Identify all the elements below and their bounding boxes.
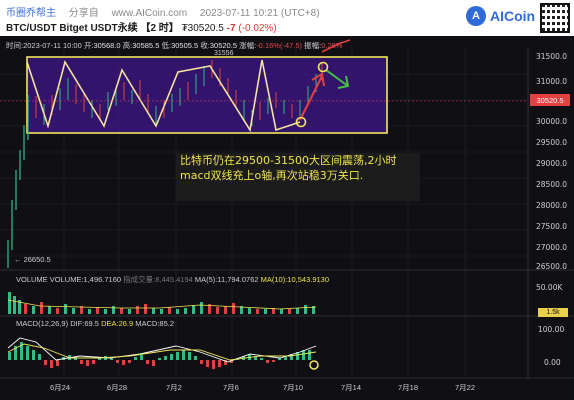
price-axis-label: 29000.0: [536, 159, 568, 168]
date-label: 6月24: [50, 383, 71, 392]
ohlc-amp: 0.26%: [321, 41, 343, 50]
macd-axis-top: 100.00: [538, 325, 565, 334]
macd-histogram: [8, 342, 311, 369]
price-axis-label: 28500.0: [536, 180, 568, 189]
dif-line: [7, 337, 317, 363]
price-axis-label: 27500.0: [536, 222, 568, 231]
date-label: 7月2: [166, 383, 182, 392]
macd-legend: MACD(12,26,9) DIF:69.5 DEA:26.9 MACD:85.…: [16, 319, 174, 328]
range-box: [26, 56, 388, 134]
macd-dea: DEA:26.9: [101, 319, 134, 328]
annotation-box: 比特币仍在29500-31500大区间震荡,2小时 macd双线充上o轴,再次站…: [176, 153, 420, 201]
macd-value: MACD:85.2: [135, 319, 175, 328]
date-label: 7月18: [398, 383, 419, 392]
ohlc-open: 30568.0: [93, 41, 121, 50]
date-label: 6月28: [107, 383, 128, 392]
price-axis-label: 28000.0: [536, 201, 568, 210]
current-price-tag: 30520.5: [530, 94, 570, 106]
ohlc-low: 30505.5: [171, 41, 199, 50]
price-axis-label: 31000.0: [536, 77, 568, 86]
ohlc-amp-label: 振幅:: [304, 41, 322, 50]
price-axis-label: 26500.0: [536, 262, 568, 271]
ohlc-close-label: 收:: [200, 41, 210, 50]
macd-dif: DIF:69.5: [70, 319, 99, 328]
dea-line: [7, 343, 317, 361]
volume-ma10: MA(10):10,543.9130: [260, 275, 330, 284]
macd-axis-mid: 0.00: [544, 358, 561, 367]
ohlc-high-label: 高:: [122, 41, 133, 50]
macd-label[interactable]: MACD(12,26,9): [16, 319, 68, 328]
price-axis-label: 31500.0: [536, 52, 568, 61]
price-axis-label: 27000.0: [536, 243, 568, 252]
price-axis-label: 30000.0: [536, 117, 568, 126]
high-marker: 31556: [214, 50, 234, 57]
volume-ma-line: [7, 299, 317, 310]
ohlc-close: 30520.5: [209, 41, 237, 50]
quote-volume: 指成交量:8,445.4194: [123, 275, 193, 284]
annotation-line-2: macd双线充上o轴,再次站稳3万关口.: [180, 169, 364, 182]
low-marker: ← 26650.5: [14, 255, 51, 264]
ohlc-chg: -0.16%(-47.5): [256, 41, 303, 50]
date-label: 7月6: [223, 383, 239, 392]
date-label: 7月22: [455, 383, 476, 392]
volume-axis-tag: 1.5k: [538, 308, 568, 317]
date-label: 7月10: [283, 383, 304, 392]
volume-ma5: MA(5):11,794.0762: [194, 275, 259, 284]
price-axis-label: 29500.0: [536, 138, 568, 147]
ohlc-time: 时间:2023-07-11 10:00: [6, 41, 82, 50]
volume-value: VOLUME:1,496.7160: [49, 275, 122, 284]
ohlc-chg-label: 涨幅:: [239, 41, 257, 50]
ohlc-low-label: 低:: [161, 41, 172, 50]
ohlc-open-label: 开:: [83, 41, 94, 50]
ohlc-bar: 时间:2023-07-11 10:00 开:30568.0 高:30585.5 …: [6, 40, 343, 51]
volume-bars: [8, 292, 315, 314]
volume-label[interactable]: VOLUME: [16, 275, 48, 284]
volume-legend: VOLUME VOLUME:1,496.7160 指成交量:8,445.4194…: [16, 274, 329, 285]
annotation-line-1: 比特币仍在29500-31500大区间震荡,2小时: [180, 154, 397, 167]
volume-axis-top: 50.00K: [536, 283, 563, 292]
date-label: 7月14: [341, 383, 362, 392]
macd-circle-marker: [309, 360, 319, 370]
ohlc-high: 30585.5: [132, 41, 160, 50]
